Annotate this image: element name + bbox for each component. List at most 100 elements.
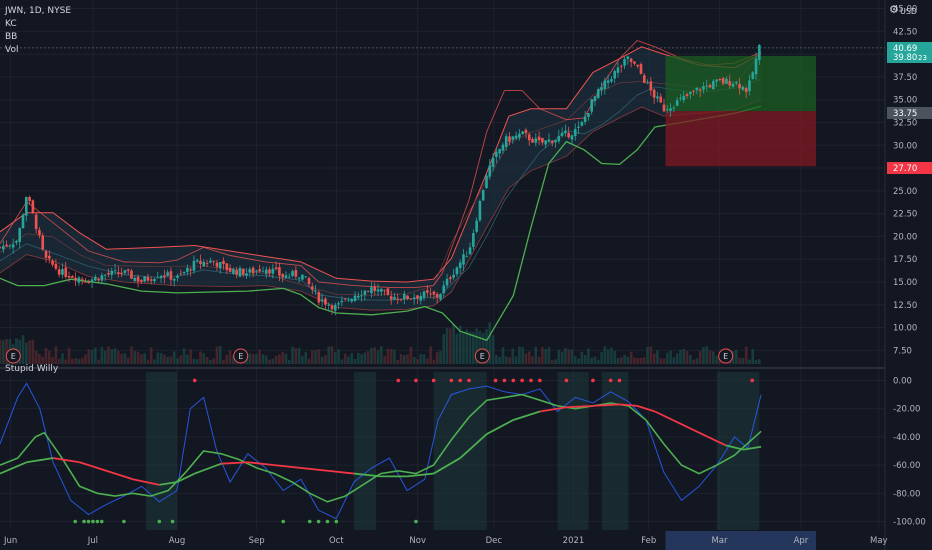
- volume-bar: [330, 346, 334, 364]
- candle-body: [38, 229, 41, 236]
- volume-bar: [758, 359, 761, 364]
- candle-body: [646, 82, 649, 84]
- volume-bar: [287, 359, 291, 364]
- candle-body: [758, 45, 761, 61]
- candle-body: [225, 263, 229, 270]
- candle-body: [209, 260, 212, 263]
- volume-bar: [527, 351, 531, 364]
- volume-bar: [580, 351, 584, 364]
- candle-body: [120, 272, 123, 274]
- volume-bar: [136, 351, 140, 364]
- candle-body: [337, 303, 340, 305]
- volume-bar: [87, 349, 91, 364]
- indicator-bb[interactable]: BB: [5, 31, 71, 44]
- candle-body: [363, 290, 367, 295]
- oscillator-tick-label: -40.00: [893, 433, 920, 443]
- candle-body: [195, 260, 199, 262]
- volume-bar: [120, 353, 123, 364]
- candle-body: [149, 279, 153, 281]
- candle-body: [728, 81, 732, 86]
- candle-body: [465, 256, 469, 258]
- candle-body: [107, 272, 110, 275]
- volume-bar: [333, 352, 337, 364]
- volume-bar: [140, 354, 143, 364]
- candle-body: [399, 299, 403, 301]
- volume-bar: [380, 346, 383, 364]
- volume-bar: [186, 354, 189, 364]
- candle-body: [301, 274, 304, 280]
- candle-body: [610, 79, 613, 82]
- candle-body: [199, 260, 202, 265]
- candle-body: [531, 139, 534, 143]
- candle-body: [205, 263, 209, 264]
- volume-bar: [573, 356, 577, 364]
- overbought-dot: [396, 378, 401, 383]
- candle-body: [521, 131, 524, 135]
- volume-bar: [41, 356, 45, 364]
- volume-bar: [258, 349, 261, 364]
- candle-body: [744, 88, 748, 93]
- volume-bar: [107, 346, 110, 364]
- candle-body: [596, 89, 600, 98]
- volume-bar: [51, 356, 54, 364]
- price-tag-label: 33.75: [893, 109, 917, 119]
- candle-body: [215, 262, 219, 267]
- indicator-vol[interactable]: Vol: [5, 44, 71, 57]
- price-tick-label: 22.50: [893, 210, 917, 220]
- volume-bar: [337, 349, 340, 364]
- volume-bar: [662, 358, 666, 364]
- candle-body: [491, 157, 495, 168]
- overbought-dot: [617, 378, 622, 383]
- volume-bar: [432, 359, 436, 364]
- volume-bar: [412, 356, 416, 364]
- candle-body: [343, 298, 347, 300]
- volume-bar: [34, 350, 38, 364]
- indicator-kc[interactable]: KC: [5, 18, 71, 31]
- candle-body: [41, 235, 45, 250]
- oversold-dot: [91, 519, 95, 524]
- volume-bar: [264, 355, 268, 364]
- candle-body: [508, 136, 511, 142]
- candle-body: [274, 267, 278, 270]
- volume-bar: [649, 346, 653, 364]
- trading-chart[interactable]: EEEE 45.0042.5040.0037.5035.0032.5030.00…: [0, 0, 932, 550]
- volume-bar: [126, 357, 130, 364]
- candle-body: [353, 295, 357, 301]
- candle-body: [163, 275, 166, 278]
- candle-body: [31, 200, 35, 213]
- volume-bar: [90, 349, 94, 364]
- candle-body: [264, 269, 268, 274]
- time-tick-label: Nov: [409, 536, 426, 546]
- volume-bar: [642, 357, 646, 364]
- volume-bar: [689, 355, 692, 364]
- volume-bar: [117, 350, 120, 364]
- volume-bar: [291, 346, 294, 364]
- candle-body: [248, 269, 252, 273]
- volume-bar: [672, 357, 676, 364]
- oversold-dot: [414, 519, 418, 524]
- volume-bar: [94, 347, 97, 364]
- candle-body: [71, 276, 74, 278]
- oscillator-title[interactable]: Stupid Willy: [5, 364, 58, 374]
- settings-gear-icon[interactable]: ⚙: [889, 3, 899, 16]
- candle-body: [695, 87, 699, 91]
- candle-body: [261, 271, 265, 273]
- price-tag-label: 27.70: [893, 164, 917, 174]
- volume-bar: [613, 350, 616, 364]
- candle-body: [67, 276, 71, 278]
- candle-body: [449, 277, 452, 279]
- symbol-title[interactable]: JWN, 1D, NYSE: [5, 5, 71, 18]
- volume-bar: [31, 339, 35, 364]
- volume-bar: [77, 359, 81, 364]
- volume-bar: [44, 347, 48, 364]
- volume-bar: [567, 349, 570, 364]
- volume-bar: [629, 351, 633, 364]
- candle-body: [554, 139, 557, 143]
- volume-bar: [248, 353, 252, 364]
- volume-bar: [656, 350, 659, 364]
- candle-body: [426, 290, 429, 293]
- volume-bar: [195, 359, 199, 364]
- volume-bar: [80, 358, 84, 364]
- candle-body: [113, 270, 117, 272]
- candle-body: [94, 276, 97, 281]
